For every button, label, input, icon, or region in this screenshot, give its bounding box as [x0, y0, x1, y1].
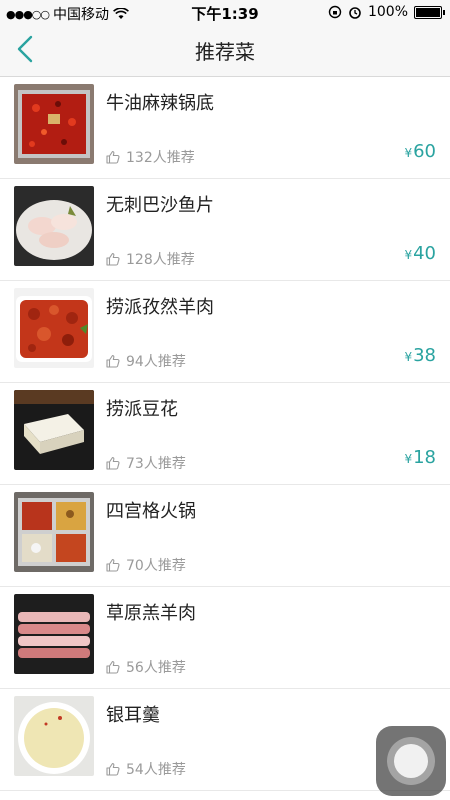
currency-symbol: ¥ [404, 146, 413, 160]
dish-photo [14, 594, 94, 674]
recommend-count: 54人推荐 [106, 759, 186, 779]
list-item[interactable]: 牛油麻辣锅底 132人推荐 ¥60 [0, 77, 450, 179]
dish-photo [14, 288, 94, 368]
dish-price: ¥38 [404, 345, 436, 366]
dish-price: ¥40 [404, 243, 436, 264]
currency-symbol: ¥ [404, 248, 413, 262]
list-item[interactable]: 四宫格火锅 70人推荐 [0, 485, 450, 587]
thumbs-up-icon [106, 558, 120, 572]
dish-price: ¥18 [404, 447, 436, 468]
navigation-bar: 推荐菜 [0, 24, 450, 77]
recommend-text: 73人推荐 [126, 456, 186, 472]
dish-photo [14, 492, 94, 572]
thumbs-up-icon [106, 660, 120, 674]
recommend-text: 128人推荐 [126, 252, 195, 268]
recommend-count: 70人推荐 [106, 555, 186, 575]
thumbs-up-icon [106, 252, 120, 266]
assistive-touch-inner-ring [394, 744, 428, 778]
price-value: 40 [413, 243, 436, 264]
dish-name: 四宫格火锅 [106, 501, 196, 522]
dish-name: 捞派孜然羊肉 [106, 297, 214, 318]
dish-photo [14, 390, 94, 470]
rotation-lock-icon [328, 5, 342, 19]
dish-name: 无刺巴沙鱼片 [106, 195, 214, 216]
list-item[interactable]: 捞派豆花 73人推荐 ¥18 [0, 383, 450, 485]
dish-name: 捞派豆花 [106, 399, 178, 420]
status-bar: ●●●○○ 中国移动 下午1:39 100% [0, 0, 450, 24]
recommend-text: 56人推荐 [126, 660, 186, 676]
recommend-count: 56人推荐 [106, 657, 186, 677]
page-title: 推荐菜 [195, 40, 255, 64]
thumbs-up-icon [106, 150, 120, 164]
dish-photo [14, 186, 94, 266]
dish-photo [14, 84, 94, 164]
price-value: 38 [413, 345, 436, 366]
dish-price: ¥60 [404, 141, 436, 162]
thumbs-up-icon [106, 456, 120, 470]
recommend-text: 54人推荐 [126, 762, 186, 778]
battery-icon [414, 5, 445, 19]
alarm-icon [349, 7, 361, 19]
recommend-text: 94人推荐 [126, 354, 186, 370]
recommend-text: 70人推荐 [126, 558, 186, 574]
list-item[interactable]: 草原羔羊肉 56人推荐 [0, 587, 450, 689]
dish-photo [14, 696, 94, 776]
thumbs-up-icon [106, 354, 120, 368]
price-value: 60 [413, 141, 436, 162]
battery-percent: 100% [367, 4, 408, 20]
currency-symbol: ¥ [404, 452, 413, 466]
dish-name: 银耳羹 [106, 705, 160, 726]
recommend-count: 94人推荐 [106, 351, 186, 371]
dish-list: 牛油麻辣锅底 132人推荐 ¥60 无刺巴沙鱼片 128人推荐 ¥40 捞派孜然… [0, 77, 450, 791]
dish-name: 牛油麻辣锅底 [106, 93, 214, 114]
recommend-count: 132人推荐 [106, 147, 195, 167]
recommend-count: 128人推荐 [106, 249, 195, 269]
assistive-touch-button[interactable] [376, 726, 446, 796]
status-right: 100% [328, 4, 445, 20]
list-item[interactable]: 无刺巴沙鱼片 128人推荐 ¥40 [0, 179, 450, 281]
recommend-count: 73人推荐 [106, 453, 186, 473]
currency-symbol: ¥ [404, 350, 413, 364]
thumbs-up-icon [106, 762, 120, 776]
dish-name: 草原羔羊肉 [106, 603, 196, 624]
price-value: 18 [413, 447, 436, 468]
list-item[interactable]: 捞派孜然羊肉 94人推荐 ¥38 [0, 281, 450, 383]
recommend-text: 132人推荐 [126, 150, 195, 166]
